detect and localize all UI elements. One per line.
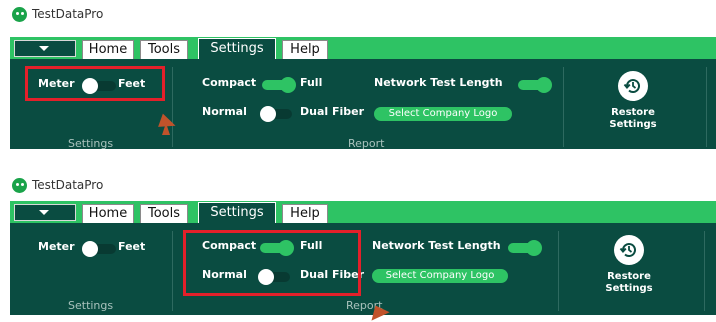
meter-label: Meter — [38, 240, 75, 253]
compact-full-toggle[interactable] — [260, 77, 296, 93]
settings-group-label: Settings — [68, 137, 114, 150]
group-divider — [704, 231, 705, 311]
app-menu-button[interactable] — [14, 40, 76, 57]
network-test-length-toggle[interactable] — [516, 77, 552, 93]
restore-settings-icon[interactable] — [618, 71, 648, 101]
tab-help[interactable]: Help — [282, 204, 328, 223]
group-divider — [172, 67, 173, 147]
group-divider — [172, 231, 173, 311]
compact-label: Compact — [202, 76, 257, 89]
restore-settings-icon[interactable] — [614, 235, 644, 265]
tab-tools[interactable]: Tools — [140, 204, 188, 223]
report-group-label: Report — [348, 137, 385, 150]
units-toggle[interactable] — [82, 241, 118, 257]
app-logo-icon — [12, 178, 27, 193]
restore-settings-line1[interactable]: Restore — [603, 107, 663, 119]
normal-dual-toggle[interactable] — [258, 106, 294, 122]
title-bar: TestDataPro — [0, 0, 716, 30]
restore-settings-line2[interactable]: Settings — [599, 283, 659, 295]
highlight-box-units — [25, 66, 165, 101]
menu-caret-icon — [39, 210, 49, 215]
settings-ribbon: Meter Feet Settings Compact Full Normal … — [10, 223, 716, 315]
select-company-logo-button[interactable]: Select Company Logo — [372, 269, 508, 283]
network-test-length-label: Network Test Length — [374, 76, 503, 89]
normal-label: Normal — [202, 105, 247, 118]
group-divider — [706, 67, 707, 147]
tab-bar: Home Tools Settings Help — [10, 37, 716, 59]
feet-label: Feet — [118, 240, 146, 253]
pointer-arrow-tail — [162, 123, 170, 135]
network-test-length-label: Network Test Length — [372, 239, 501, 252]
screenshot-panel-1: TestDataPro Home Tools Settings Help Met… — [0, 0, 716, 160]
title-bar: TestDataPro — [0, 170, 716, 200]
app-logo-icon — [12, 7, 27, 22]
dual-fiber-label: Dual Fiber — [300, 105, 365, 118]
tab-help[interactable]: Help — [282, 40, 328, 59]
restore-settings-line1[interactable]: Restore — [599, 271, 659, 283]
tab-settings[interactable]: Settings — [198, 202, 276, 223]
screenshot-panel-2: TestDataPro Home Tools Settings Help Met… — [0, 170, 716, 322]
select-company-logo-button[interactable]: Select Company Logo — [374, 107, 512, 121]
menu-caret-icon — [39, 46, 49, 51]
app-title: TestDataPro — [32, 7, 104, 21]
tab-home[interactable]: Home — [82, 204, 134, 223]
group-divider — [558, 231, 559, 311]
settings-group-label: Settings — [68, 299, 114, 312]
tab-tools[interactable]: Tools — [140, 40, 188, 59]
tab-bar: Home Tools Settings Help — [10, 201, 716, 223]
highlight-box-report — [183, 230, 361, 296]
app-title: TestDataPro — [32, 178, 104, 192]
tab-home[interactable]: Home — [82, 40, 134, 59]
restore-settings-line2[interactable]: Settings — [603, 119, 663, 131]
network-test-length-toggle[interactable] — [506, 240, 542, 256]
app-menu-button[interactable] — [14, 204, 76, 221]
full-label: Full — [300, 76, 323, 89]
tab-settings[interactable]: Settings — [198, 38, 276, 59]
group-divider — [563, 67, 564, 147]
